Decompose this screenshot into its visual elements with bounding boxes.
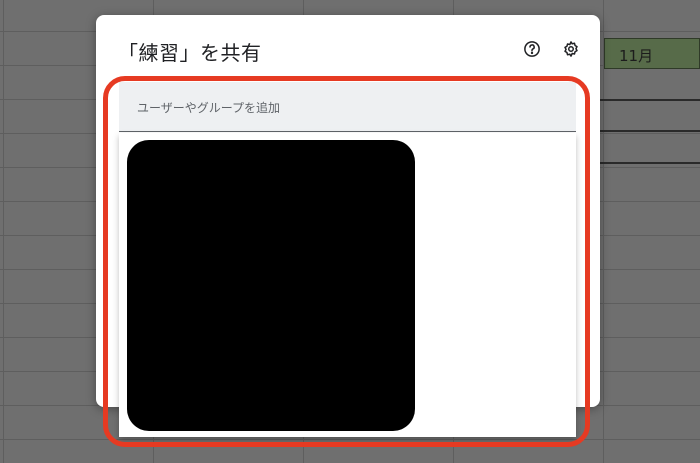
sheet-border-line <box>598 130 700 132</box>
sheet-border-line <box>598 162 700 164</box>
redacted-contact-list <box>127 140 415 431</box>
add-people-input[interactable]: ユーザーやグループを追加 <box>119 82 576 132</box>
add-people-placeholder: ユーザーやグループを追加 <box>137 101 281 115</box>
help-icon[interactable] <box>522 39 542 59</box>
dialog-title: 「練習」を共有 <box>118 41 262 65</box>
sheet-border-line <box>598 99 700 101</box>
sheet-cell-month: 11月 <box>604 38 700 69</box>
gear-icon[interactable] <box>561 39 581 59</box>
